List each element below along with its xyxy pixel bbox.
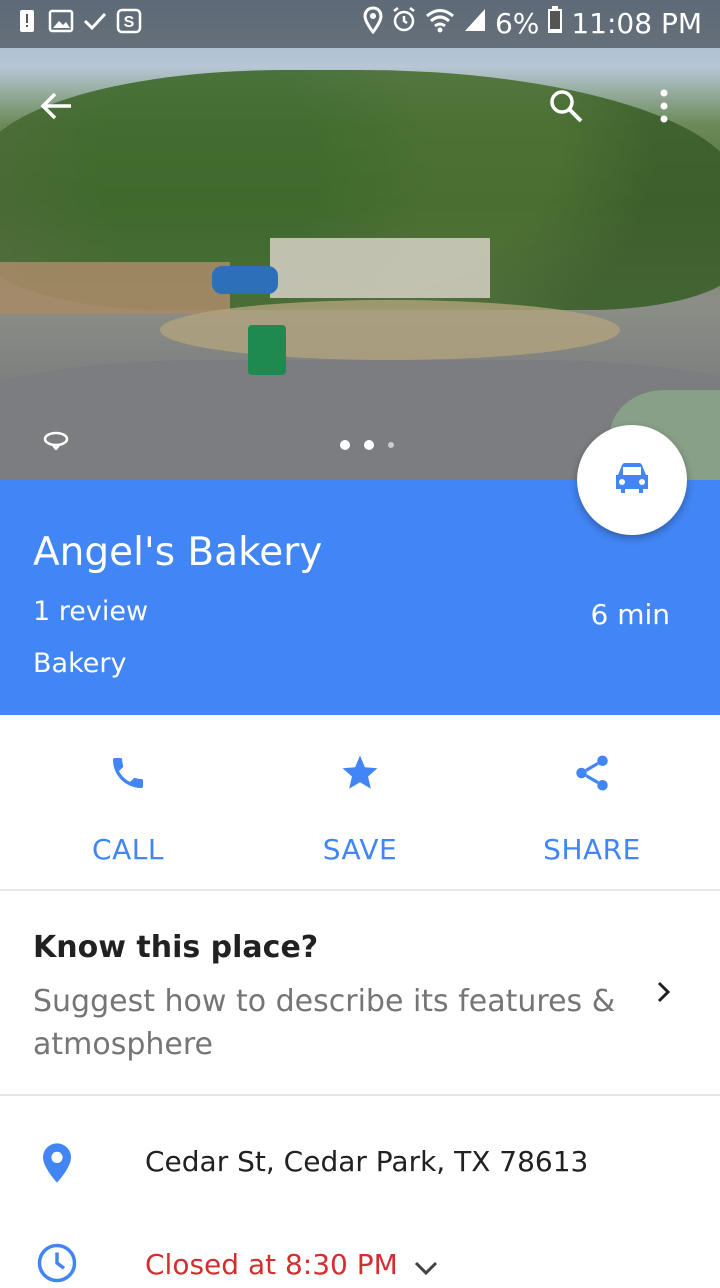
alarm-icon [391,6,417,41]
divider [0,889,720,891]
car-icon [612,461,652,499]
alert-icon [14,8,40,34]
more-options-button[interactable] [636,80,692,136]
pager-dot [364,440,374,450]
action-row: CALL SAVE SHARE [0,715,720,889]
signal-icon [463,7,487,40]
search-icon [548,88,584,128]
back-button[interactable] [28,80,84,136]
chevron-right-icon[interactable] [650,978,680,1008]
reviews-count[interactable]: 1 review [33,596,148,627]
wifi-icon [425,7,455,40]
street-view-photo[interactable] [0,0,720,480]
photo-pager [340,440,394,450]
share-icon [570,751,614,795]
pager-dot [340,440,350,450]
location-icon [363,6,383,41]
star-icon [338,751,382,795]
photo-lawn [160,300,620,360]
save-button[interactable]: SAVE [240,715,480,889]
place-name: Angel's Bakery [33,530,323,575]
photo-fence [0,262,230,314]
street-view-button[interactable] [28,414,84,470]
arrow-back-icon [39,91,73,125]
check-icon [82,8,108,34]
gallery-icon [48,8,74,34]
call-button[interactable]: CALL [8,715,248,889]
call-label: CALL [92,833,164,866]
more-vert-icon [659,89,669,127]
share-button[interactable]: SHARE [472,715,712,889]
battery-icon [547,6,563,41]
share-label: SHARE [543,833,641,866]
phone-icon [106,751,150,795]
know-place-description[interactable]: Suggest how to describe its features & a… [33,980,633,1066]
drive-time: 6 min [590,598,670,631]
location-pin-icon [40,1142,74,1184]
know-place-title: Know this place? [33,930,319,965]
directions-button[interactable] [577,425,687,535]
battery-percent: 6% [494,7,540,40]
divider [0,1094,720,1096]
search-button[interactable] [538,80,594,136]
photo-car [212,266,278,294]
place-category: Bakery [33,648,127,679]
hours-status[interactable]: Closed at 8:30 PM [145,1248,398,1281]
pager-dot [388,442,394,448]
clock-icon [36,1242,78,1284]
photo-bin [248,325,286,375]
clock-time: 11:08 PM [571,7,702,40]
photo-house [270,238,490,298]
save-label: SAVE [322,833,398,866]
svg-text:S: S [124,14,135,31]
chevron-down-icon[interactable] [412,1254,440,1282]
status-bar: S 6% 11:08 PM [0,0,720,48]
address-text[interactable]: Cedar St, Cedar Park, TX 78613 [145,1145,588,1178]
street-view-360-icon [41,430,71,454]
shazam-icon: S [116,8,142,34]
